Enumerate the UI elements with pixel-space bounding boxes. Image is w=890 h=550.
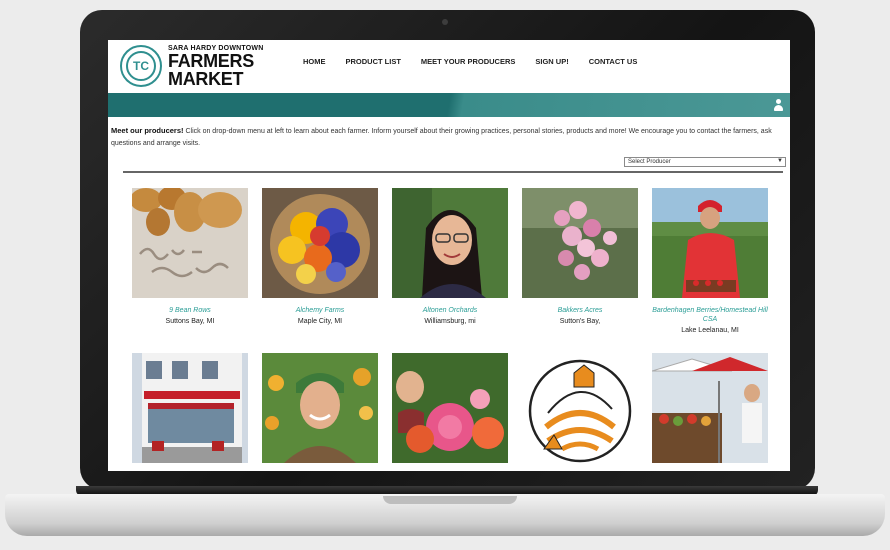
flowers-photo[interactable]	[262, 188, 378, 298]
farm-logo-image[interactable]	[522, 353, 638, 463]
producer-card[interactable]	[392, 353, 508, 471]
logo-line-2: FARMERS	[168, 51, 254, 71]
camera-dot	[442, 19, 448, 25]
section-divider	[123, 171, 783, 173]
producer-location: Sutton's Bay,	[559, 318, 601, 325]
chevron-down-icon: ▼	[777, 158, 783, 164]
producer-card[interactable]: Alchemy Farms Maple City, MI	[262, 188, 378, 326]
laptop-bezel: TC SARA HARDY DOWNTOWN FARMERS MARKET HO…	[80, 10, 815, 490]
producer-card[interactable]: Bakkers Acres Sutton's Bay,	[522, 188, 638, 326]
producer-location: Williamsburg, mi	[424, 318, 476, 325]
logo-badge[interactable]: TC	[120, 45, 162, 87]
producer-card[interactable]: Bardenhagen Berries/Homestead Hill CSA L…	[652, 188, 768, 335]
nav-home[interactable]: HOME	[303, 57, 326, 66]
nav-meet-producers[interactable]: MEET YOUR PRODUCERS	[421, 57, 515, 66]
producer-name[interactable]: Alchemy Farms	[262, 306, 378, 315]
header-banner	[108, 93, 790, 117]
producer-card[interactable]: 9 Bean Rows Suttons Bay, MI	[132, 188, 248, 326]
intro-body: Click on drop-down menu at left to learn…	[111, 128, 772, 147]
intro-text: Meet our producers! Click on drop-down m…	[111, 125, 787, 150]
logo-initials: TC	[126, 51, 156, 81]
producer-select-value: Select Producer	[628, 159, 671, 165]
producer-select[interactable]: Select Producer ▼	[624, 157, 786, 167]
producer-name[interactable]: 9 Bean Rows	[132, 306, 248, 315]
producer-card[interactable]	[262, 353, 378, 471]
producer-name[interactable]: Bardenhagen Berries/Homestead Hill CSA	[652, 306, 768, 324]
intro-heading: Meet our producers!	[111, 126, 184, 135]
storefront-photo[interactable]	[132, 353, 248, 463]
logo-wordmark[interactable]: SARA HARDY DOWNTOWN FARMERS MARKET	[168, 45, 263, 88]
nav-contact-us[interactable]: CONTACT US	[589, 57, 638, 66]
main-nav: HOME PRODUCT LIST MEET YOUR PRODUCERS SI…	[303, 57, 657, 66]
user-icon[interactable]	[773, 99, 784, 111]
nav-sign-up[interactable]: SIGN UP!	[535, 57, 568, 66]
logo-line-3: MARKET	[168, 69, 244, 89]
site-header: TC SARA HARDY DOWNTOWN FARMERS MARKET HO…	[108, 40, 790, 92]
browser-screen: TC SARA HARDY DOWNTOWN FARMERS MARKET HO…	[108, 40, 790, 471]
blossom-photo[interactable]	[522, 188, 638, 298]
dahlia-photo[interactable]	[392, 353, 508, 463]
laptop-base	[5, 494, 885, 536]
producer-name[interactable]: Bakkers Acres	[522, 306, 638, 315]
producer-location: Maple City, MI	[297, 318, 343, 325]
market-stall-photo[interactable]	[652, 353, 768, 463]
producer-name[interactable]: Altonen Orchards	[392, 306, 508, 315]
producer-location: Lake Leelanau, MI	[681, 327, 739, 334]
producer-card[interactable]	[132, 353, 248, 471]
laptop-notch	[383, 496, 517, 504]
bread-photo[interactable]	[132, 188, 248, 298]
nav-product-list[interactable]: PRODUCT LIST	[346, 57, 401, 66]
producer-card[interactable]	[652, 353, 768, 471]
producer-card[interactable]: Altonen Orchards Williamsburg, mi	[392, 188, 508, 326]
producer-card[interactable]	[522, 353, 638, 471]
producer-portrait-photo[interactable]	[262, 353, 378, 463]
producer-portrait-photo[interactable]	[392, 188, 508, 298]
farmer-field-photo[interactable]	[652, 188, 768, 298]
producer-location: Suttons Bay, MI	[165, 318, 215, 325]
